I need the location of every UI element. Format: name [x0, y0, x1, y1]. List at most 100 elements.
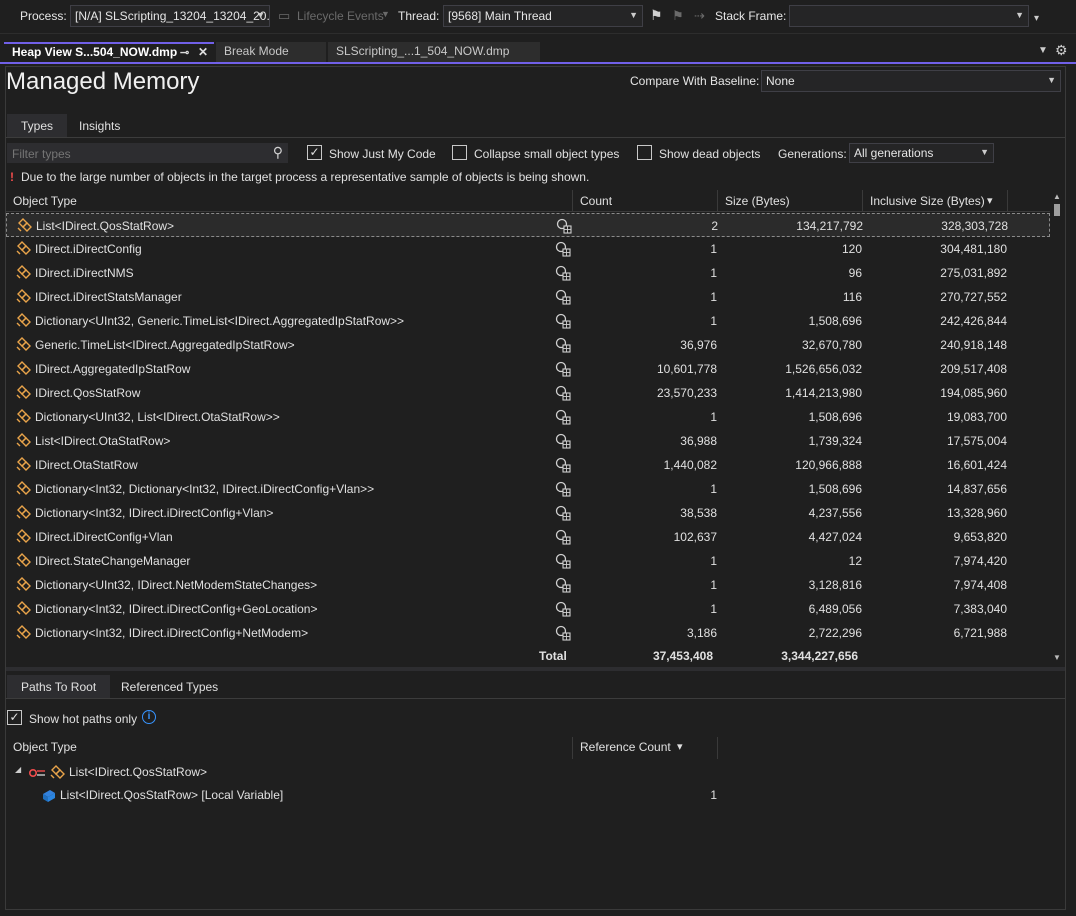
tab-label: SLScripting_...1_504_NOW.dmp: [336, 44, 510, 58]
collapse-stack-icon[interactable]: ⇢: [694, 8, 705, 24]
view-instances-icon[interactable]: [555, 241, 571, 257]
table-row[interactable]: Dictionary<Int32, IDirect.iDirectConfig+…: [6, 597, 1050, 621]
column-separator[interactable]: [572, 737, 573, 759]
tab-insights[interactable]: Insights: [65, 114, 134, 138]
view-instances-icon[interactable]: [555, 361, 571, 377]
expand-icon[interactable]: ◢: [15, 765, 21, 774]
tab-list-chevron-icon[interactable]: ▼: [1038, 45, 1048, 56]
close-icon[interactable]: ✕: [198, 45, 208, 59]
show-just-my-code-checkbox[interactable]: ✓: [307, 145, 322, 160]
process-dropdown[interactable]: [N/A] SLScripting_13204_13204_20... ▼: [70, 5, 270, 27]
flag-icon[interactable]: ⚑: [650, 7, 663, 24]
filter-types-box[interactable]: ⚲: [7, 143, 288, 163]
row-type-name: IDirect.iDirectNMS: [35, 266, 134, 280]
column-separator[interactable]: [1007, 190, 1008, 212]
scroll-up-icon[interactable]: ▲: [1053, 192, 1061, 201]
show-hot-paths-checkbox[interactable]: ✓: [7, 710, 22, 725]
tab-types[interactable]: Types: [7, 114, 68, 138]
table-row[interactable]: Dictionary<UInt32, List<IDirect.OtaStatR…: [6, 405, 1050, 429]
view-instances-icon[interactable]: [555, 553, 571, 569]
column-separator[interactable]: [717, 737, 718, 759]
path-root-row[interactable]: ◢ List<IDirect.QosStatRow>: [6, 762, 1050, 784]
class-type-icon: [16, 289, 32, 305]
table-row[interactable]: Generic.TimeList<IDirect.AggregatedIpSta…: [6, 333, 1050, 357]
column-object-type[interactable]: Object Type: [13, 740, 77, 754]
view-instances-icon[interactable]: [555, 313, 571, 329]
collapse-small-types-checkbox[interactable]: [452, 145, 467, 160]
table-row[interactable]: Dictionary<UInt32, Generic.TimeList<IDir…: [6, 309, 1050, 333]
show-dead-objects-label: Show dead objects: [659, 147, 761, 161]
types-scrollbar[interactable]: ▲ ▼: [1050, 190, 1064, 666]
row-size: 116: [842, 290, 862, 304]
thread-dropdown[interactable]: [9568] Main Thread ▼: [443, 5, 643, 27]
paths-table-header: Object Type Reference Count ▾: [6, 737, 1065, 759]
column-separator[interactable]: [572, 190, 573, 212]
table-row[interactable]: IDirect.QosStatRow 23,570,233 1,414,213,98…: [6, 381, 1050, 405]
class-type-icon: [16, 361, 32, 377]
tab-break-mode[interactable]: Break Mode: [216, 42, 326, 62]
compare-baseline-dropdown[interactable]: None ▼: [761, 70, 1061, 92]
table-row[interactable]: IDirect.iDirectStatsManager 1 116 270,727,5…: [6, 285, 1050, 309]
view-instances-icon[interactable]: [555, 505, 571, 521]
row-type-name: Dictionary<Int32, IDirect.iDirectConfig+…: [35, 506, 274, 520]
generations-dropdown[interactable]: All generations ▼: [849, 143, 994, 163]
tab-heap-view[interactable]: Heap View S...504_NOW.dmp ⊸ ✕: [4, 42, 214, 62]
row-size: 32,670,780: [801, 338, 862, 352]
chevron-down-icon: ▼: [256, 10, 265, 20]
view-instances-icon[interactable]: [555, 457, 571, 473]
view-instances-icon[interactable]: [555, 433, 571, 449]
tab-slscripting-dump[interactable]: SLScripting_...1_504_NOW.dmp: [328, 42, 540, 62]
table-row[interactable]: Dictionary<Int32, IDirect.iDirectConfig+…: [6, 621, 1050, 645]
view-instances-icon[interactable]: [555, 577, 571, 593]
generations-value: All generations: [854, 146, 934, 160]
show-dead-objects-checkbox[interactable]: [637, 145, 652, 160]
pin-icon[interactable]: ⊸: [180, 46, 189, 59]
table-row[interactable]: IDirect.iDirectConfig+Vlan 102,637 4,427,0…: [6, 525, 1050, 549]
view-instances-icon[interactable]: [555, 409, 571, 425]
panel-splitter[interactable]: [6, 667, 1065, 671]
table-row[interactable]: Dictionary<UInt32, IDirect.NetModemState…: [6, 573, 1050, 597]
tab-paths-to-root[interactable]: Paths To Root: [7, 675, 111, 699]
column-size[interactable]: Size (Bytes): [725, 194, 790, 208]
class-type-icon: [16, 505, 32, 521]
view-instances-icon[interactable]: [555, 529, 571, 545]
view-instances-icon[interactable]: [555, 481, 571, 497]
lifecycle-events-button[interactable]: Lifecycle Events: [297, 9, 384, 23]
table-row[interactable]: IDirect.iDirectConfig 1 120 304,481,180: [6, 237, 1050, 261]
table-row[interactable]: Dictionary<Int32, Dictionary<Int32, IDir…: [6, 477, 1050, 501]
stack-frame-dropdown[interactable]: ▼: [789, 5, 1029, 27]
view-instances-icon[interactable]: [556, 218, 572, 234]
path-child-row[interactable]: List<IDirect.QosStatRow> [Local Variable…: [6, 785, 1050, 807]
scroll-thumb[interactable]: [1054, 204, 1060, 216]
table-row[interactable]: IDirect.AggregatedIpStatRow 10,601,778 1,5…: [6, 357, 1050, 381]
table-row[interactable]: IDirect.iDirectNMS 1 96 275,031,892: [6, 261, 1050, 285]
column-reference-count[interactable]: Reference Count: [580, 740, 671, 754]
view-instances-icon[interactable]: [555, 625, 571, 641]
row-type-name: List<IDirect.QosStatRow>: [36, 219, 175, 233]
row-size: 1,739,324: [808, 434, 862, 448]
view-instances-icon[interactable]: [555, 385, 571, 401]
column-object-type[interactable]: Object Type: [13, 194, 77, 208]
compare-baseline-value: None: [766, 74, 795, 88]
column-inclusive-size[interactable]: Inclusive Size (Bytes): [870, 194, 985, 208]
column-count[interactable]: Count: [580, 194, 612, 208]
thread-markers-icon[interactable]: ⚑: [672, 8, 684, 24]
view-instances-icon[interactable]: [555, 289, 571, 305]
filter-types-input[interactable]: [12, 146, 262, 161]
view-instances-icon[interactable]: [555, 601, 571, 617]
table-row[interactable]: List<IDirect.QosStatRow> 2 134,217,792 328,…: [6, 213, 1050, 237]
table-row[interactable]: List<IDirect.OtaStatRow> 36,988 1,739,324 1…: [6, 429, 1050, 453]
row-inclusive-size: 209,517,408: [940, 362, 1007, 376]
view-instances-icon[interactable]: [555, 265, 571, 281]
column-separator[interactable]: [717, 190, 718, 212]
toolbar-overflow-icon[interactable]: ▾: [1034, 13, 1039, 24]
table-row[interactable]: IDirect.OtaStatRow 1,440,082 120,966,888 16…: [6, 453, 1050, 477]
view-instances-icon[interactable]: [555, 337, 571, 353]
column-separator[interactable]: [862, 190, 863, 212]
table-row[interactable]: IDirect.StateChangeManager 1 12 7,974,420: [6, 549, 1050, 573]
info-icon[interactable]: i: [142, 710, 156, 724]
scroll-down-icon[interactable]: ▼: [1053, 653, 1061, 662]
tab-referenced-types[interactable]: Referenced Types: [107, 675, 232, 699]
table-row[interactable]: Dictionary<Int32, IDirect.iDirectConfig+…: [6, 501, 1050, 525]
gear-icon[interactable]: ⚙: [1055, 42, 1068, 59]
